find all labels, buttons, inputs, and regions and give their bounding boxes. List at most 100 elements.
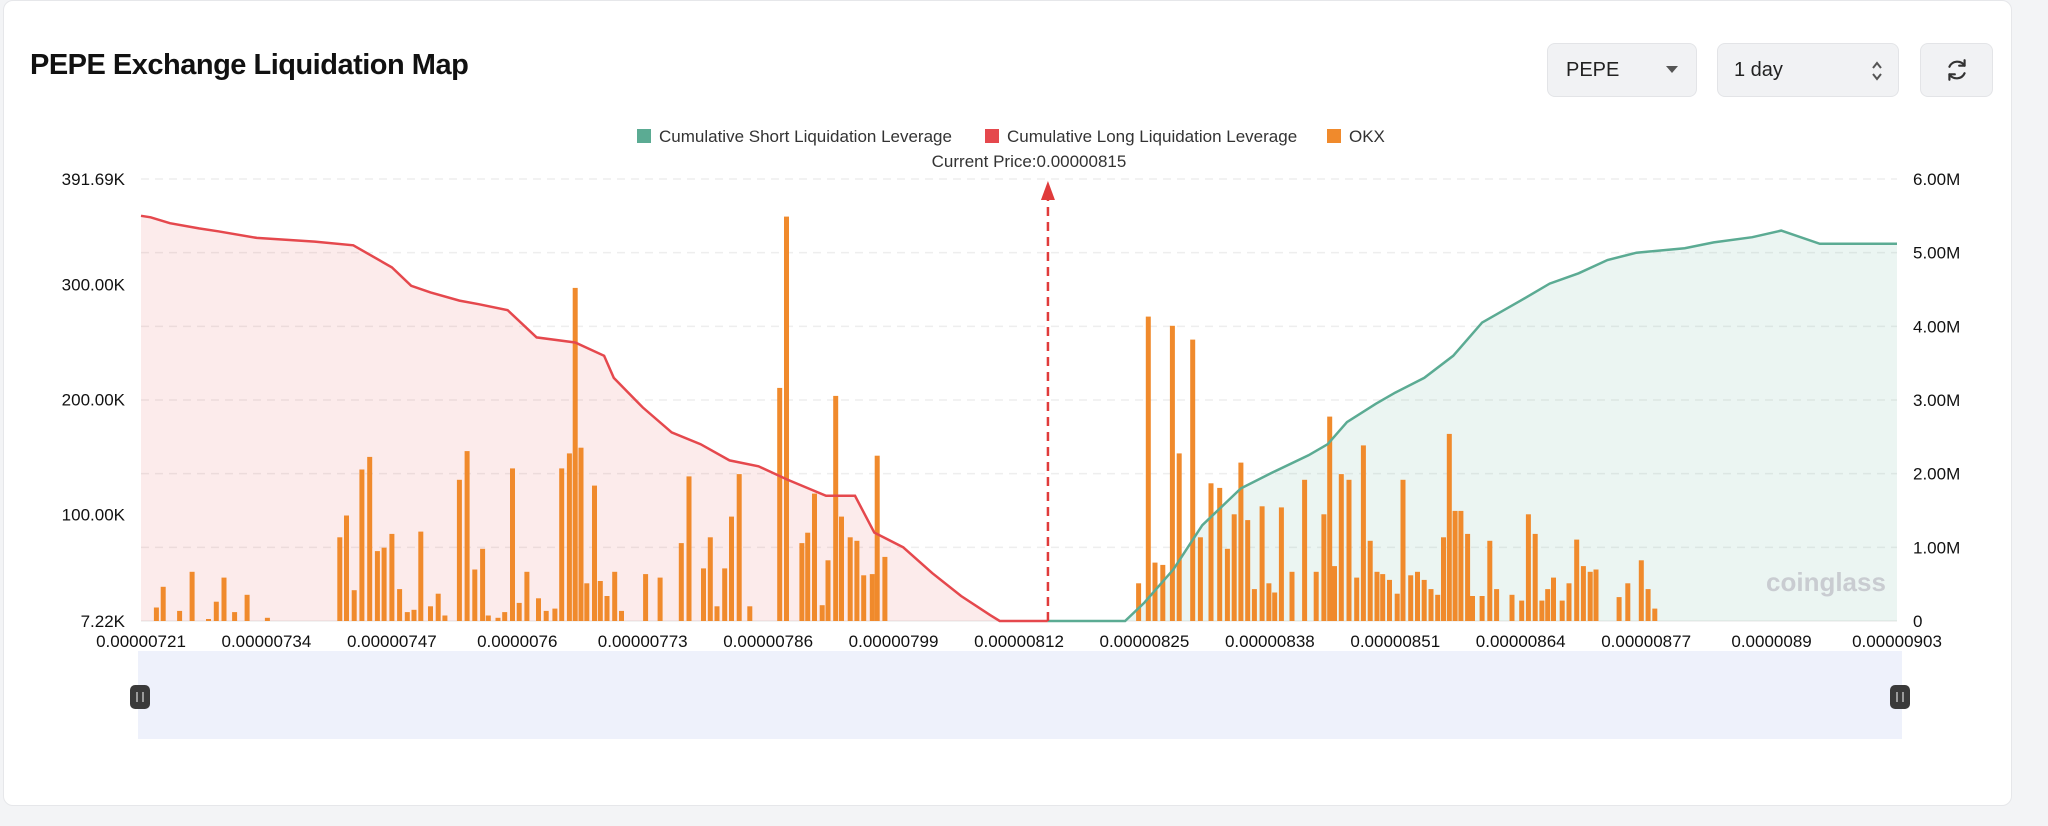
okx-bar xyxy=(784,216,789,621)
okx-bar xyxy=(701,568,706,621)
x-tick-label: 0.00000786 xyxy=(723,632,813,651)
x-tick-label: 0.00000903 xyxy=(1852,632,1942,651)
okx-bar xyxy=(1338,474,1344,621)
okx-bar xyxy=(643,574,649,621)
okx-bar xyxy=(1452,510,1458,621)
watermark: coinglass xyxy=(1766,567,1886,597)
okx-bar xyxy=(729,516,734,621)
okx-bar xyxy=(1532,533,1538,621)
okx-bar xyxy=(189,571,195,621)
x-tick-label: 0.00000825 xyxy=(1100,632,1190,651)
okx-bar xyxy=(559,468,565,621)
okx-bar xyxy=(1559,600,1565,621)
okx-bar xyxy=(1224,548,1230,621)
okx-bar xyxy=(604,596,610,621)
okx-bar xyxy=(1509,594,1515,621)
okx-bar xyxy=(854,540,860,621)
okx-bar xyxy=(861,575,867,621)
okx-bar xyxy=(1487,540,1493,621)
current-price-arrow xyxy=(1040,181,1055,200)
okx-bar xyxy=(1625,583,1631,621)
okx-bar xyxy=(374,551,380,621)
zoom-handle-left[interactable] xyxy=(130,685,150,709)
okx-bar xyxy=(213,601,219,621)
okx-bar xyxy=(359,469,365,621)
okx-bar xyxy=(1593,569,1599,621)
okx-bar xyxy=(1197,537,1203,621)
okx-bar xyxy=(1266,583,1272,621)
okx-bar xyxy=(264,617,270,621)
okx-bar xyxy=(510,468,515,621)
okx-bar xyxy=(1421,579,1427,621)
okx-bar xyxy=(435,593,441,621)
okx-bar xyxy=(1313,571,1319,621)
okx-bar xyxy=(619,610,624,621)
x-tick-label: 0.00000799 xyxy=(849,632,939,651)
okx-bar xyxy=(819,605,825,621)
x-tick-label: 0.00000864 xyxy=(1476,632,1566,651)
y-left-tick-label: 200.00K xyxy=(62,390,126,409)
okx-bar xyxy=(153,607,159,621)
okx-bar xyxy=(584,583,590,621)
okx-bar xyxy=(1519,600,1525,621)
okx-bar xyxy=(597,581,603,621)
x-tick-label: 0.00000734 xyxy=(222,632,312,651)
okx-bar xyxy=(1539,600,1545,621)
okx-bar xyxy=(1176,453,1182,621)
okx-bar xyxy=(1479,596,1485,621)
x-tick-label: 0.00000773 xyxy=(598,632,688,651)
okx-bar xyxy=(572,287,578,621)
okx-bar xyxy=(428,606,433,621)
okx-bar xyxy=(206,619,211,621)
okx-bar xyxy=(472,569,478,621)
x-tick-label: 0.00000851 xyxy=(1350,632,1440,651)
okx-bar xyxy=(344,515,349,621)
okx-bar xyxy=(612,571,618,621)
legend-label: Cumulative Short Liquidation Leverage xyxy=(659,127,952,146)
okx-bar xyxy=(1408,575,1414,621)
okx-bar xyxy=(747,606,753,621)
okx-bar xyxy=(552,608,558,621)
liquidation-chart: Current Price:0.00000815 0.00000721 0.000… xyxy=(62,127,1960,739)
x-tick-label: 0.00000877 xyxy=(1601,632,1691,651)
y-left-tick-label: 7.22K xyxy=(81,612,126,631)
okx-bar xyxy=(722,568,728,621)
okx-bar xyxy=(1374,571,1380,621)
okx-bar xyxy=(1446,433,1452,621)
okx-bar xyxy=(1525,514,1531,621)
okx-bar xyxy=(367,456,373,621)
okx-bar xyxy=(714,606,720,621)
okx-bar xyxy=(1136,583,1142,621)
okx-bar xyxy=(882,556,888,621)
okx-bar xyxy=(707,537,713,621)
okx-bar xyxy=(874,455,880,621)
okx-bar xyxy=(805,532,811,621)
okx-bar xyxy=(411,609,417,621)
y-right-tick-label: 4.00M xyxy=(1913,317,1960,336)
okx-bar xyxy=(1360,445,1366,621)
okx-bar xyxy=(812,493,817,621)
legend-swatch xyxy=(637,129,651,143)
okx-bar xyxy=(1435,594,1441,621)
okx-bar xyxy=(1551,577,1556,621)
okx-bar xyxy=(381,547,387,621)
zoom-handle-right[interactable] xyxy=(1890,685,1910,709)
y-right-tick-label: 3.00M xyxy=(1913,391,1960,410)
okx-bar xyxy=(485,615,491,621)
x-tick-label: 0.00000838 xyxy=(1225,632,1315,651)
liquidation-map-card: PEPE Exchange Liquidation Map PEPE 1 day… xyxy=(3,0,2012,806)
okx-bar xyxy=(232,612,238,621)
okx-bar xyxy=(160,586,166,621)
okx-bar xyxy=(1332,566,1337,621)
okx-bar xyxy=(404,612,410,621)
okx-bar xyxy=(524,571,530,621)
okx-bar xyxy=(869,574,875,621)
y-right-tick-label: 6.00M xyxy=(1913,170,1960,189)
okx-bar xyxy=(516,602,522,621)
legend-swatch xyxy=(1327,129,1341,143)
okx-bar xyxy=(1169,325,1175,621)
okx-bar xyxy=(833,395,839,621)
okx-bar xyxy=(1470,596,1475,621)
y-left-tick-label: 391.69K xyxy=(62,170,126,189)
okx-bar xyxy=(1494,589,1500,621)
